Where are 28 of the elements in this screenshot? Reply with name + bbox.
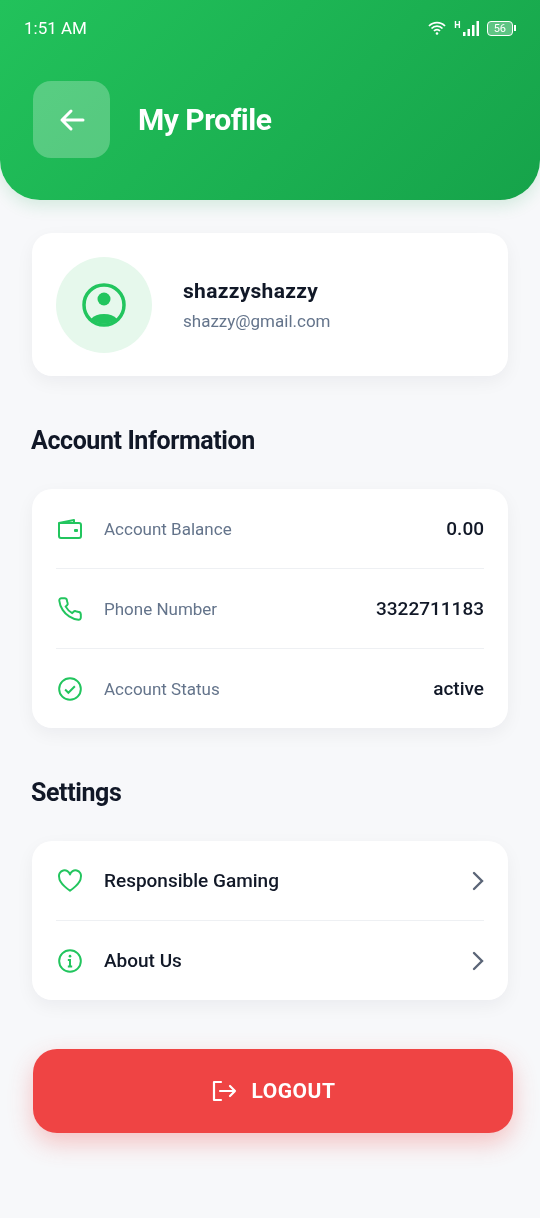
info-label: Account Status — [104, 678, 221, 699]
battery-level: 56 — [486, 20, 513, 36]
check-circle-icon — [57, 675, 83, 702]
info-label: Phone Number — [104, 598, 219, 619]
back-button[interactable] — [33, 81, 110, 158]
page-title: My Profile — [138, 102, 272, 137]
signal-icon — [462, 20, 479, 36]
heart-icon — [57, 868, 83, 893]
logout-button[interactable]: LOGOUT — [33, 1049, 513, 1133]
settings-item[interactable]: About Us — [56, 920, 484, 1000]
chevron-right-icon — [472, 950, 484, 971]
status-time: 1:51 AM — [24, 18, 88, 38]
section-title: Account Information — [30, 426, 256, 456]
section-title: Settings — [30, 778, 123, 808]
logout-icon — [210, 1080, 237, 1102]
info-value: active — [433, 677, 484, 700]
username: shazzyshazzy — [183, 278, 320, 303]
wifi-icon — [428, 21, 447, 35]
settings-item[interactable]: Responsible Gaming — [56, 841, 484, 920]
info-value: 0.00 — [446, 517, 484, 540]
info-label: Account Balance — [104, 518, 233, 539]
info-value: 3322711183 — [376, 597, 484, 620]
info-icon — [57, 947, 83, 974]
phone-icon — [57, 595, 83, 622]
wallet-icon — [57, 517, 83, 540]
chevron-right-icon — [472, 870, 484, 891]
network-type: H — [454, 20, 461, 30]
email: shazzy@gmail.com — [183, 310, 331, 331]
